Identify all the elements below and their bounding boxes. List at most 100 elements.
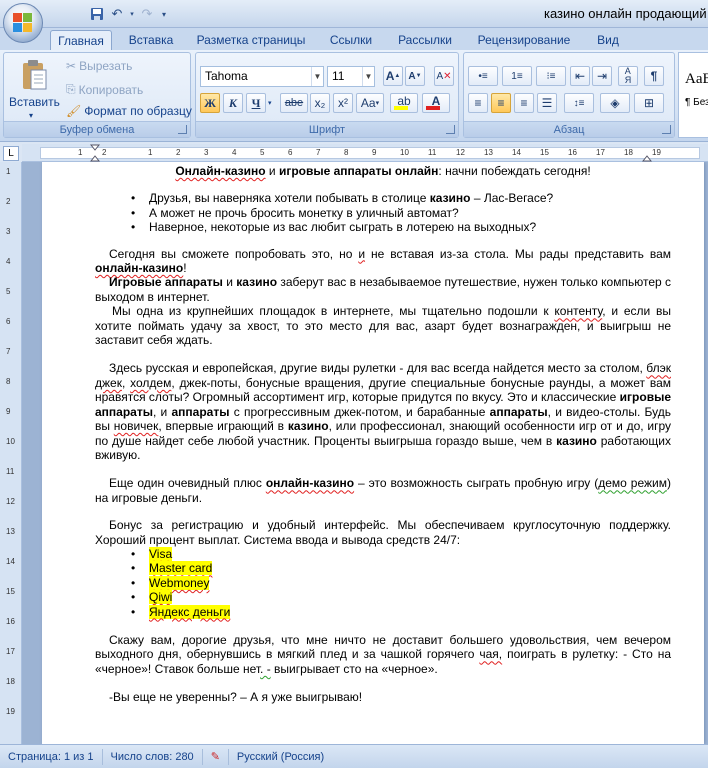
shrink-font-button[interactable]: A ▼ — [405, 66, 425, 86]
bullets-button[interactable]: •≡ — [468, 66, 498, 86]
align-left-button[interactable]: ≡ — [468, 93, 488, 113]
customize-toolbar-icon[interactable]: ▾ — [158, 5, 170, 23]
ruler-number: 9 — [372, 148, 377, 157]
tab-page-layout[interactable]: Разметка страницы — [190, 30, 312, 50]
decrease-indent-button[interactable]: ⇤ — [570, 66, 590, 86]
undo-icon[interactable]: ↶ — [108, 5, 126, 23]
list-item: Webmoney — [95, 575, 671, 591]
bold-button[interactable]: Ж — [200, 93, 220, 113]
grow-font-button[interactable]: A ▲ — [383, 66, 403, 86]
tab-view[interactable]: Вид — [588, 30, 628, 50]
document-body[interactable]: Онлайн-казино и игровые аппараты онлайн:… — [95, 162, 671, 705]
paragraph-launcher-icon[interactable] — [662, 125, 671, 134]
ruler-number: 14 — [6, 557, 15, 566]
paste-dropdown-icon[interactable]: ▾ — [29, 111, 33, 120]
office-button[interactable] — [3, 3, 43, 43]
font-family-select[interactable]: Tahoma ▼ — [200, 66, 324, 87]
language[interactable]: Русский (Россия) — [229, 749, 332, 765]
page-count[interactable]: Страница: 1 из 1 — [0, 748, 103, 765]
strikethrough-button[interactable]: abe — [280, 93, 308, 113]
font-launcher-icon[interactable] — [446, 125, 455, 134]
ruler-number: 2 — [102, 148, 107, 157]
paste-button[interactable]: Вставить — [9, 95, 60, 109]
underline-button[interactable]: Ч — [246, 93, 266, 113]
save-icon[interactable] — [88, 5, 106, 23]
align-right-icon: ≡ — [520, 96, 528, 110]
tab-selector[interactable]: L — [3, 146, 19, 161]
ruler-number: 7 — [6, 347, 11, 356]
copy-icon: ⎘ — [66, 82, 76, 96]
align-right-button[interactable]: ≡ — [514, 93, 534, 113]
change-case-button[interactable]: Aa ▾ — [356, 93, 384, 113]
heading-part: Онлайн-казино — [175, 164, 266, 178]
list-item: Наверное, некоторые из вас любит сыграть… — [95, 220, 671, 235]
cut-label: Вырезать — [79, 59, 133, 73]
format-painter-button[interactable]: 🖌 Формат по образцу — [66, 104, 192, 118]
paragraph: Здесь русская и европейская, другие виды… — [95, 361, 672, 462]
paragraph: Мы одна из крупнейших площадок в интерне… — [95, 304, 672, 348]
font-size-value: 11 — [332, 69, 345, 83]
indent-marker-icon[interactable] — [90, 144, 100, 162]
show-marks-button[interactable]: ¶ — [644, 66, 664, 86]
font-color-button[interactable]: A — [422, 93, 450, 113]
clear-format-button[interactable]: A✕ — [434, 66, 454, 86]
tab-references[interactable]: Ссылки — [320, 30, 382, 50]
ruler-number: 1 — [78, 148, 83, 157]
status-bar: Страница: 1 из 1 Число слов: 280 ✎ Русск… — [0, 744, 708, 768]
word-count[interactable]: Число слов: 280 — [103, 748, 203, 765]
vertical-ruler[interactable]: 1 2 3 4 5 6 7 8 9 10 11 12 13 14 15 16 17 18 19 — [0, 162, 22, 744]
ruler-number: 18 — [6, 677, 15, 686]
proofing-icon[interactable]: ✎ — [203, 748, 229, 765]
superscript-button[interactable]: x² — [333, 93, 353, 113]
multilevel-list-button[interactable]: ⁝≡ — [536, 66, 566, 86]
ruler-number: 17 — [596, 148, 605, 157]
ruler-number: 16 — [6, 617, 15, 626]
justify-button[interactable]: ☰ — [537, 93, 557, 113]
font-size-select[interactable]: 11 ▼ — [327, 66, 375, 87]
italic-button[interactable]: К — [223, 93, 243, 113]
paragraph: Бонус за регистрацию и удобный интерфейс… — [95, 518, 671, 547]
redo-icon[interactable]: ↷ — [138, 5, 156, 23]
font-color-bar — [426, 106, 440, 110]
cut-button[interactable]: ✂ Вырезать — [66, 59, 132, 73]
shading-button[interactable]: ◈ — [600, 93, 630, 113]
ruler-number: 4 — [6, 257, 11, 266]
clipboard-launcher-icon[interactable] — [178, 125, 187, 134]
paragraph: -Вы еще не уверенны? – А я уже выигрываю… — [109, 690, 363, 705]
tab-review[interactable]: Рецензирование — [468, 30, 580, 50]
document-canvas[interactable]: Онлайн-казино и игровые аппараты онлайн:… — [22, 162, 708, 744]
paint-bucket-icon: ◈ — [610, 96, 620, 110]
ruler-number: 17 — [6, 647, 15, 656]
tab-home[interactable]: Главная — [50, 30, 112, 50]
list-item: Visa — [95, 546, 671, 562]
multilevel-list-icon: ⁝≡ — [546, 70, 556, 82]
tab-insert[interactable]: Вставка — [120, 30, 182, 50]
sort-button[interactable]: АЯ — [618, 66, 638, 86]
right-indent-marker-icon[interactable] — [642, 153, 652, 162]
ruler-number: 5 — [260, 148, 265, 157]
align-center-button[interactable]: ≡ — [491, 93, 511, 113]
horizontal-ruler[interactable]: 1 2 1 2 3 4 5 6 7 8 9 10 11 12 13 14 15 16 17 18 19 — [22, 144, 708, 162]
ruler-number: 19 — [6, 707, 15, 716]
copy-button[interactable]: ⎘ Копировать — [66, 82, 143, 97]
ruler-number: 6 — [288, 148, 293, 157]
line-spacing-button[interactable]: ↕≡ — [564, 93, 594, 113]
chevron-down-icon: ▼ — [311, 67, 323, 86]
highlight-button[interactable]: ab — [390, 93, 418, 113]
tab-mailings[interactable]: Рассылки — [390, 30, 460, 50]
undo-dropdown-icon[interactable]: ▾ — [128, 5, 136, 23]
numbering-button[interactable]: 1≡ — [502, 66, 532, 86]
borders-button[interactable]: ⊞ — [634, 93, 664, 113]
document-page[interactable]: Онлайн-казино и игровые аппараты онлайн:… — [42, 162, 704, 744]
underline-dropdown-icon[interactable]: ▾ — [268, 99, 272, 107]
ruler-number: 8 — [344, 148, 349, 157]
subscript-button[interactable]: x₂ — [310, 93, 330, 113]
paste-icon[interactable] — [20, 59, 48, 91]
increase-indent-button[interactable]: ⇥ — [592, 66, 612, 86]
highlight-color-bar — [394, 106, 408, 110]
styles-gallery[interactable]: AaB ¶ Без — [678, 52, 708, 138]
clipboard-group: Вставить ▾ ✂ Вырезать ⎘ Копировать 🖌 Формат… — [3, 52, 192, 138]
doc-heading: Онлайн-казино и игровые аппараты онлайн:… — [95, 164, 671, 178]
line-spacing-icon: ↕≡ — [573, 97, 585, 109]
clipboard-group-label: Буфер обмена — [4, 121, 190, 137]
